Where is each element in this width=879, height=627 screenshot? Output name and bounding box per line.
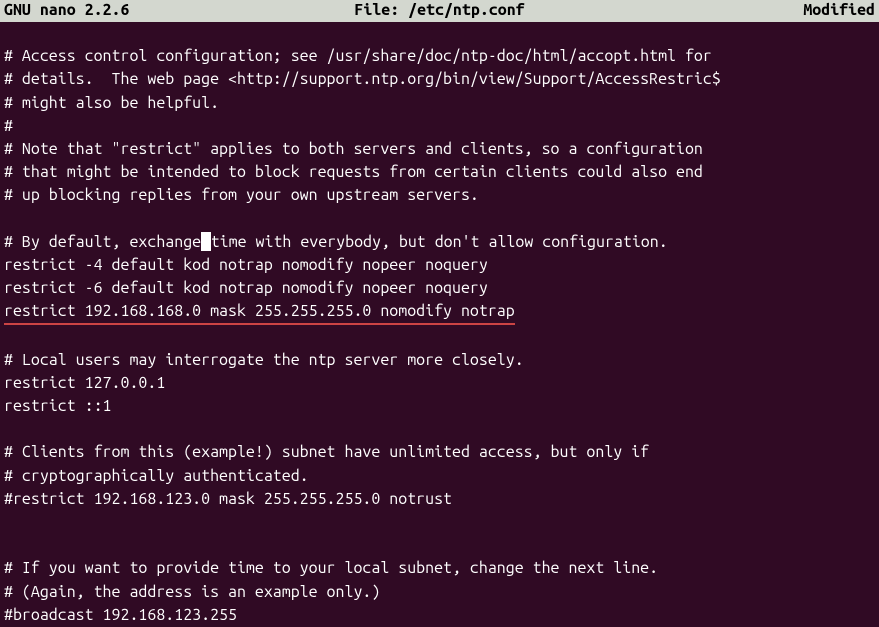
editor-line: restrict 192.168.168.0 mask 255.255.255.… [4, 300, 875, 325]
editor-line: restrict ::1 [4, 395, 875, 418]
editor-line: # cryptographically authenticated. [4, 465, 875, 488]
text-cursor [201, 232, 211, 251]
app-name: GNU nano 2.2.6 [4, 0, 129, 23]
editor-content[interactable]: # Access control configuration; see /usr… [0, 22, 879, 627]
editor-line [4, 208, 875, 231]
text-before-cursor: # By default, exchange [4, 233, 201, 251]
editor-line: # up blocking replies from your own upst… [4, 184, 875, 207]
text-after-cursor: time with everybody, but don't allow con… [211, 233, 668, 251]
editor-line: # Access control configuration; see /usr… [4, 45, 875, 68]
editor-line: #broadcast 192.168.123.255 [4, 604, 875, 627]
editor-line: restrict -4 default kod notrap nomodify … [4, 254, 875, 277]
editor-line: # (Again, the address is an example only… [4, 581, 875, 604]
editor-line [4, 22, 875, 45]
editor-line: restrict -6 default kod notrap nomodify … [4, 277, 875, 300]
editor-line: # details. The web page <http://support.… [4, 68, 875, 91]
nano-title-bar: GNU nano 2.2.6 File: /etc/ntp.conf Modif… [0, 0, 879, 22]
editor-line: # that might be intended to block reques… [4, 161, 875, 184]
editor-line: # Note that "restrict" applies to both s… [4, 138, 875, 161]
file-path: File: /etc/ntp.conf [354, 0, 524, 23]
editor-line [4, 534, 875, 557]
editor-line: restrict 127.0.0.1 [4, 372, 875, 395]
editor-line: # might also be helpful. [4, 92, 875, 115]
editor-line: # [4, 115, 875, 138]
editor-line: # If you want to provide time to your lo… [4, 557, 875, 580]
editor-line: # By default, exchange time with everybo… [4, 231, 875, 254]
editor-line [4, 511, 875, 534]
modified-status: Modified [803, 0, 875, 23]
editor-line: # Local users may interrogate the ntp se… [4, 349, 875, 372]
editor-line [4, 325, 875, 348]
editor-line: # Clients from this (example!) subnet ha… [4, 441, 875, 464]
editor-line [4, 418, 875, 441]
editor-line: #restrict 192.168.123.0 mask 255.255.255… [4, 488, 875, 511]
highlighted-config-line: restrict 192.168.168.0 mask 255.255.255.… [4, 300, 515, 325]
